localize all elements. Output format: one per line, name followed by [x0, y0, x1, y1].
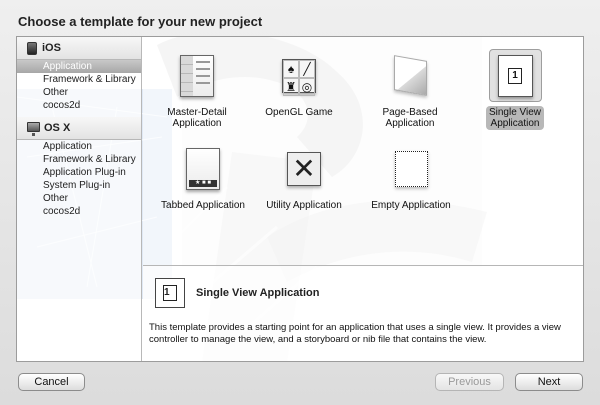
template-description-text: This template provides a starting point …: [149, 322, 561, 345]
page-title: Choose a template for your new project: [18, 14, 263, 29]
sidebar-item-ios-application[interactable]: Application: [17, 60, 141, 73]
template-label: OpenGL Game: [265, 107, 333, 118]
template-tabbed[interactable]: Tabbed Application: [155, 138, 251, 230]
sidebar-item-osx-application[interactable]: Application: [17, 140, 141, 153]
template-label: Tabbed Application: [161, 200, 245, 211]
sidebar-item-osx-system-plugin[interactable]: System Plug-in: [17, 179, 141, 192]
mac-computer-icon: [27, 122, 40, 136]
template-label: Utility Application: [266, 200, 342, 211]
opengl-game-icon: ♠ ╱ ♜ ◎: [282, 58, 316, 96]
template-opengl-game[interactable]: ♠ ╱ ♜ ◎ OpenGL Game: [257, 45, 341, 137]
sidebar-item-osx-application-plugin[interactable]: Application Plug-in: [17, 166, 141, 179]
single-view-icon: 1: [497, 54, 533, 97]
template-empty[interactable]: Empty Application: [363, 138, 459, 230]
next-button[interactable]: Next: [515, 373, 583, 391]
sidebar-item-ios-other[interactable]: Other: [17, 86, 141, 99]
sidebar-section-osx[interactable]: OS X: [17, 117, 141, 140]
previous-button[interactable]: Previous: [435, 373, 504, 391]
template-label: Empty Application: [371, 200, 451, 211]
sidebar-item-ios-framework-library[interactable]: Framework & Library: [17, 73, 141, 86]
template-category-sidebar: iOS Application Framework & Library Othe…: [17, 37, 142, 361]
tabbed-icon: [186, 147, 220, 190]
master-detail-icon: [180, 54, 214, 97]
single-view-icon: 1: [155, 278, 185, 308]
ios-device-icon: [27, 41, 37, 55]
template-description-panel: 1 Single View Application This template …: [143, 265, 583, 361]
template-single-view[interactable]: 1 Single View Application: [473, 45, 557, 137]
cancel-button[interactable]: Cancel: [18, 373, 85, 391]
sidebar-section-label: OS X: [44, 122, 71, 134]
template-description-title: Single View Application: [196, 287, 320, 299]
empty-icon: [394, 150, 428, 187]
template-grid: Master-Detail Application ♠ ╱ ♜ ◎ OpenGL Gam…: [143, 37, 583, 265]
sidebar-item-ios-cocos2d[interactable]: cocos2d: [17, 99, 141, 112]
template-chooser: iOS Application Framework & Library Othe…: [16, 36, 584, 362]
template-label: Single View Application: [485, 106, 545, 130]
template-utility[interactable]: ✕ Utility Application: [256, 138, 352, 230]
sidebar-item-osx-cocos2d[interactable]: cocos2d: [17, 205, 141, 218]
page-based-icon: [393, 55, 427, 96]
sidebar-item-osx-framework-library[interactable]: Framework & Library: [17, 153, 141, 166]
template-master-detail[interactable]: Master-Detail Application: [155, 45, 239, 137]
template-label: Page-Based Application: [382, 107, 438, 129]
template-label: Master-Detail Application: [167, 107, 227, 129]
utility-icon: ✕: [287, 151, 321, 186]
new-project-template-window: Choose a template for your new project i…: [0, 0, 600, 405]
sidebar-item-osx-other[interactable]: Other: [17, 192, 141, 205]
sidebar-section-ios[interactable]: iOS: [17, 37, 141, 60]
template-page-based[interactable]: Page-Based Application: [368, 45, 452, 137]
sidebar-section-label: iOS: [42, 42, 61, 54]
